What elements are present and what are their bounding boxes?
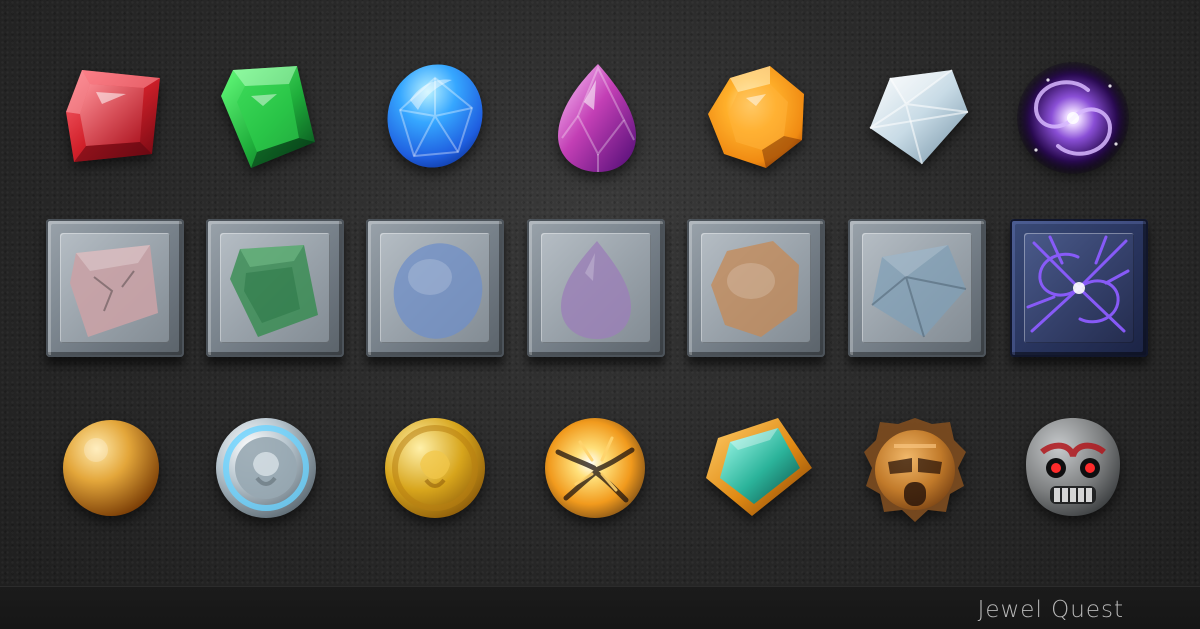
fire-orb-icon <box>545 418 645 518</box>
stone-frame <box>527 219 665 357</box>
stone-orange-gem-slot-icon <box>711 241 799 337</box>
ruby-gem-tile[interactable] <box>56 58 166 176</box>
amethyst-gem-tile[interactable] <box>540 58 650 176</box>
stone-red-gem-slot-icon <box>70 245 158 337</box>
gold-lion-coin-tile[interactable] <box>380 408 490 526</box>
stone-frame <box>687 219 825 357</box>
stone-tile-amethyst-slot[interactable] <box>527 219 665 357</box>
gold-orb-tile[interactable] <box>56 408 166 526</box>
silver-lion-coin-icon <box>216 418 316 518</box>
gold-orb-icon <box>63 420 159 516</box>
cracked-vortex-stone-icon <box>1026 235 1130 333</box>
stone-blue-gem-slot-icon <box>393 243 483 339</box>
fire-orb-tile[interactable] <box>540 408 650 526</box>
teal-gem-framed-icon <box>706 418 812 516</box>
purple-vortex-icon <box>1017 62 1129 174</box>
stone-frame <box>848 219 986 357</box>
tribal-mask-tile[interactable] <box>860 408 970 526</box>
topaz-gem-tile[interactable] <box>700 58 810 176</box>
blue-gem-icon <box>387 64 483 168</box>
silver-lion-coin-tile[interactable] <box>211 408 321 526</box>
stone-tile-vortex[interactable] <box>1010 219 1148 357</box>
stone-frame-dark <box>1010 219 1148 357</box>
gold-lion-coin-icon <box>385 418 485 518</box>
tribal-mask-icon <box>864 418 966 522</box>
stone-frame <box>366 219 504 357</box>
vortex-tile[interactable] <box>1017 58 1129 176</box>
stone-tile-emerald-slot[interactable] <box>206 219 344 357</box>
stone-tile-diamond-slot[interactable] <box>848 219 986 357</box>
stone-tile-sapphire-slot[interactable] <box>366 219 504 357</box>
orange-gem-icon <box>708 66 804 168</box>
diamond-icon <box>869 69 969 165</box>
stone-diamond-slot-icon <box>871 245 967 338</box>
monkey-skull-tile[interactable] <box>1018 408 1128 526</box>
monkey-skull-icon <box>1026 418 1120 516</box>
emerald-gem-tile[interactable] <box>211 58 321 176</box>
green-gem-icon <box>221 66 315 168</box>
diamond-gem-tile[interactable] <box>860 58 970 176</box>
footer-title: Jewel Quest <box>977 597 1124 623</box>
stone-tile-ruby-slot[interactable] <box>46 219 184 357</box>
stone-tile-topaz-slot[interactable] <box>687 219 825 357</box>
footer-bar: Jewel Quest <box>0 586 1200 629</box>
stone-purple-gem-slot-icon <box>561 241 631 339</box>
stone-green-gem-slot-icon <box>230 245 318 337</box>
red-gem-icon <box>66 70 160 162</box>
stone-frame <box>46 219 184 357</box>
teal-gem-framed-tile[interactable] <box>700 408 812 526</box>
purple-gem-icon <box>558 64 636 172</box>
sapphire-gem-tile[interactable] <box>380 58 490 176</box>
stone-frame <box>206 219 344 357</box>
